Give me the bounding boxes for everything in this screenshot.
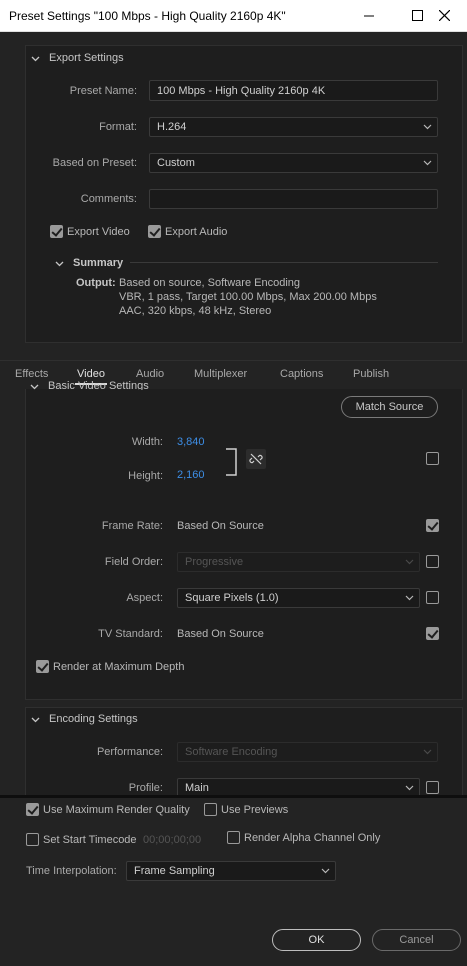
use-max-render-quality-checkbox[interactable] (26, 803, 39, 816)
frame-rate-label: Frame Rate: (101, 520, 163, 532)
summary-line-2: VBR, 1 pass, Target 100.00 Mbps, Max 200… (119, 291, 377, 303)
basic-video-settings-header[interactable]: Basic Video Settings (30, 381, 149, 390)
use-max-render-quality-label: Use Maximum Render Quality (43, 804, 190, 816)
export-settings-title: Export Settings (49, 52, 124, 64)
tv-standard-value: Based On Source (177, 628, 264, 640)
tv-standard-checkbox[interactable] (426, 627, 439, 640)
render-alpha-only-checkbox[interactable] (227, 831, 240, 844)
export-audio-checkbox[interactable] (148, 225, 161, 238)
set-start-timecode-checkbox[interactable] (26, 833, 39, 846)
start-timecode-value[interactable]: 00;00;00;00 (143, 834, 201, 846)
tab-multiplexer[interactable]: Multiplexer (194, 368, 247, 380)
chevron-down-icon (55, 261, 64, 266)
chevron-down-icon (405, 559, 414, 565)
based-on-preset-label: Based on Preset: (52, 157, 137, 169)
time-interpolation-label: Time Interpolation: (26, 865, 117, 877)
field-order-value: Progressive (185, 556, 244, 568)
performance-value: Software Encoding (185, 746, 278, 758)
tab-publish[interactable]: Publish (353, 368, 389, 380)
profile-label: Profile: (128, 782, 163, 794)
tab-audio[interactable]: Audio (136, 368, 164, 380)
export-video-label: Export Video (67, 226, 130, 238)
based-on-preset-dropdown[interactable]: Custom (149, 153, 438, 173)
bottom-divider (0, 795, 467, 798)
format-label: Format: (99, 121, 137, 133)
render-max-depth-checkbox[interactable] (36, 660, 49, 673)
render-alpha-only-label: Render Alpha Channel Only (244, 832, 381, 844)
width-label: Width: (131, 436, 163, 448)
ok-button[interactable]: OK (272, 929, 361, 951)
unlink-chain-icon (249, 453, 263, 465)
chevron-down-icon (423, 124, 432, 130)
summary-output-label: Output: (76, 277, 116, 289)
encoding-settings-title: Encoding Settings (49, 713, 138, 725)
aspect-value: Square Pixels (1.0) (185, 592, 279, 604)
render-max-depth-label: Render at Maximum Depth (53, 661, 185, 673)
tv-standard-label: TV Standard: (98, 628, 163, 640)
format-dropdown[interactable]: H.264 (149, 117, 438, 137)
chevron-down-icon (31, 56, 40, 61)
maximize-icon (411, 9, 423, 21)
tab-video[interactable]: Video (77, 368, 105, 380)
aspect-dropdown[interactable]: Square Pixels (1.0) (177, 588, 420, 608)
comments-field[interactable] (149, 189, 438, 209)
time-interpolation-dropdown[interactable]: Frame Sampling (126, 861, 336, 881)
chevron-down-icon (423, 160, 432, 166)
height-value[interactable]: 2,160 (177, 469, 205, 481)
cancel-button[interactable]: Cancel (372, 929, 461, 951)
tab-effects[interactable]: Effects (15, 368, 48, 380)
window-title: Preset Settings "100 Mbps - High Quality… (9, 9, 286, 23)
use-previews-checkbox[interactable] (204, 803, 217, 816)
frame-rate-value: Based On Source (177, 520, 264, 532)
performance-dropdown[interactable]: Software Encoding (177, 742, 438, 762)
basic-video-settings-panel (25, 389, 463, 700)
title-bar: Preset Settings "100 Mbps - High Quality… (0, 0, 467, 32)
summary-line-3: AAC, 320 kbps, 48 kHz, Stereo (119, 305, 272, 317)
dimension-link-bracket (226, 448, 237, 476)
profile-value: Main (185, 782, 209, 794)
minimize-icon (363, 15, 374, 16)
constrain-proportions-button[interactable] (246, 449, 266, 469)
summary-title: Summary (73, 257, 124, 269)
profile-checkbox[interactable] (426, 781, 439, 794)
chevron-down-icon (405, 595, 414, 601)
performance-label: Performance: (96, 746, 163, 758)
set-start-timecode-label: Set Start Timecode (43, 834, 137, 846)
chevron-down-icon (405, 785, 414, 791)
field-order-checkbox[interactable] (426, 555, 439, 568)
encoding-settings-header[interactable]: Encoding Settings (31, 713, 138, 725)
based-on-preset-value: Custom (157, 157, 195, 169)
match-source-button[interactable]: Match Source (341, 396, 438, 418)
height-label: Height: (128, 470, 163, 482)
field-order-dropdown[interactable]: Progressive (177, 552, 420, 572)
summary-divider (130, 262, 438, 263)
summary-header[interactable]: Summary (55, 257, 123, 269)
chevron-down-icon (30, 384, 39, 389)
export-settings-header[interactable]: Export Settings (31, 52, 124, 64)
close-icon (438, 9, 450, 21)
export-video-checkbox[interactable] (50, 225, 63, 238)
basic-video-settings-title: Basic Video Settings (48, 381, 149, 390)
chevron-down-icon (31, 717, 40, 722)
tab-captions[interactable]: Captions (280, 368, 323, 380)
chevron-down-icon (423, 749, 432, 755)
aspect-label: Aspect: (126, 592, 163, 604)
aspect-checkbox[interactable] (426, 591, 439, 604)
field-order-label: Field Order: (104, 556, 163, 568)
width-value[interactable]: 3,840 (177, 436, 205, 448)
frame-rate-checkbox[interactable] (426, 519, 439, 532)
chevron-down-icon (321, 868, 330, 874)
format-value: H.264 (157, 121, 187, 133)
use-previews-label: Use Previews (221, 804, 289, 816)
time-interpolation-value: Frame Sampling (134, 865, 215, 877)
export-audio-label: Export Audio (165, 226, 228, 238)
preset-name-field[interactable]: 100 Mbps - High Quality 2160p 4K (149, 80, 438, 101)
summary-line-1: Based on source, Software Encoding (119, 277, 301, 289)
tabs-top-divider (0, 360, 467, 361)
minimize-button[interactable] (347, 0, 391, 30)
dimensions-override-checkbox[interactable] (426, 452, 439, 465)
preset-name-label: Preset Name: (69, 85, 137, 97)
close-button[interactable] (422, 0, 466, 30)
comments-label: Comments: (80, 193, 137, 205)
